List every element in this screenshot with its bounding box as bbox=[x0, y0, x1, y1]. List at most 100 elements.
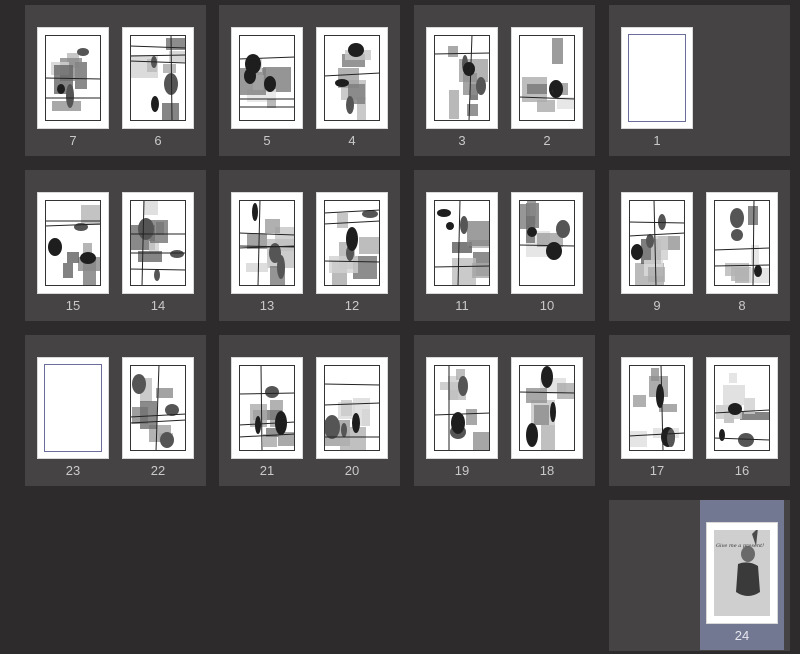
page-number-label: 4 bbox=[348, 133, 356, 148]
page-thumbnail[interactable]: 7 bbox=[31, 5, 115, 155]
page-thumbnail[interactable]: 12 bbox=[310, 170, 394, 320]
page-thumbnail[interactable]: 16 bbox=[700, 335, 784, 485]
page-spread[interactable]: 19 18 bbox=[414, 335, 595, 486]
page-frame-guide bbox=[628, 34, 686, 122]
manga-page-art bbox=[713, 365, 771, 451]
page-paper bbox=[511, 357, 583, 459]
page-thumbnail[interactable]: 9 bbox=[615, 170, 699, 320]
manga-page-art bbox=[323, 35, 381, 121]
page-spread[interactable]: 32 bbox=[414, 5, 595, 156]
manga-page-art bbox=[628, 199, 686, 287]
manga-page-art bbox=[518, 365, 576, 452]
page-paper bbox=[316, 192, 388, 294]
page-spread[interactable]: 11 10 bbox=[414, 170, 595, 321]
page-number-label: 16 bbox=[734, 463, 750, 478]
page-spread[interactable]: 76 bbox=[25, 5, 206, 156]
page-number-label: 2 bbox=[543, 133, 551, 148]
page-thumbnail[interactable]: 4 bbox=[310, 5, 394, 155]
page-number-label: 13 bbox=[259, 298, 275, 313]
page-spread[interactable]: 54 bbox=[219, 5, 400, 156]
page-number-label: 9 bbox=[653, 298, 661, 313]
page-number-label: 14 bbox=[150, 298, 166, 313]
page-paper bbox=[122, 357, 194, 459]
page-paper bbox=[621, 357, 693, 459]
manga-page-art bbox=[129, 34, 198, 126]
page-thumbnail[interactable]: 11 bbox=[420, 170, 504, 320]
page-thumbnail[interactable]: 23 bbox=[31, 335, 115, 485]
page-thumbnail[interactable]: 10 bbox=[505, 170, 589, 320]
page-thumbnail[interactable]: 1 bbox=[615, 5, 699, 155]
manga-page-art bbox=[433, 199, 494, 287]
page-thumbnail[interactable]: 3 bbox=[420, 5, 504, 155]
page-paper bbox=[231, 357, 303, 459]
manga-page-art bbox=[323, 200, 385, 286]
page-paper bbox=[706, 192, 778, 294]
manga-page-art bbox=[238, 364, 298, 452]
page-thumbnail[interactable]: 21 bbox=[225, 335, 309, 485]
page-paper bbox=[37, 27, 109, 129]
page-number-label: 21 bbox=[259, 463, 275, 478]
page-thumbnail[interactable]: 6 bbox=[116, 5, 200, 155]
page-paper bbox=[706, 357, 778, 459]
manga-page-art bbox=[433, 34, 491, 122]
page-paper: Give me a present! bbox=[706, 522, 778, 624]
page-spread[interactable]: Give me a present! 24 bbox=[609, 500, 790, 651]
page-thumbnail[interactable]: 17 bbox=[615, 335, 699, 485]
page-thumbnail[interactable]: 20 bbox=[310, 335, 394, 485]
page-number-label: 1 bbox=[653, 133, 661, 148]
page-paper bbox=[316, 27, 388, 129]
page-thumbnail[interactable]: 19 bbox=[420, 335, 504, 485]
page-paper bbox=[511, 192, 583, 294]
page-spread[interactable]: 13 12 bbox=[219, 170, 400, 321]
page-number-label: 24 bbox=[734, 628, 750, 643]
page-number-label: 11 bbox=[455, 298, 469, 313]
page-spread[interactable]: 21 20 bbox=[219, 335, 400, 486]
page-thumbnail[interactable]: 5 bbox=[225, 5, 309, 155]
page-spread[interactable]: 15 14 bbox=[25, 170, 206, 321]
manga-page-art bbox=[44, 35, 102, 121]
page-paper bbox=[426, 192, 498, 294]
page-thumbnail-selected[interactable]: Give me a present! 24 bbox=[700, 500, 784, 650]
manga-page-art bbox=[518, 35, 581, 121]
manga-page-art bbox=[238, 35, 296, 121]
manga-page-art bbox=[628, 364, 686, 452]
page-number-label: 19 bbox=[454, 463, 470, 478]
page-paper bbox=[316, 357, 388, 459]
page-paper bbox=[122, 27, 198, 129]
page-paper bbox=[426, 27, 498, 129]
page-number-label: 8 bbox=[738, 298, 746, 313]
page-number-label: 20 bbox=[344, 463, 360, 478]
page-paper bbox=[511, 27, 583, 129]
page-paper bbox=[37, 357, 109, 459]
manga-page-art bbox=[129, 364, 187, 452]
page-paper bbox=[231, 192, 303, 294]
manga-page-art bbox=[323, 365, 381, 453]
page-thumbnail[interactable]: 2 bbox=[505, 5, 589, 155]
page-frame-guide bbox=[44, 364, 102, 452]
page-thumbnail[interactable]: 8 bbox=[700, 170, 784, 320]
page-paper bbox=[621, 192, 693, 294]
page-thumbnail[interactable]: 13 bbox=[225, 170, 309, 320]
page-spread[interactable]: 1 bbox=[609, 5, 790, 156]
page-paper bbox=[122, 192, 194, 294]
page-paper bbox=[426, 357, 498, 459]
manga-page-art bbox=[238, 199, 296, 287]
page-thumbnail[interactable]: 15 bbox=[31, 170, 115, 320]
page-paper bbox=[37, 192, 109, 294]
page-number-label: 17 bbox=[649, 463, 665, 478]
page-number-label: 7 bbox=[69, 133, 77, 148]
page-number-label: 6 bbox=[154, 133, 162, 148]
page-spread[interactable]: 98 bbox=[609, 170, 790, 321]
page-thumbnail[interactable]: 14 bbox=[116, 170, 200, 320]
page-spread[interactable]: 17 16 bbox=[609, 335, 790, 486]
page-number-label: 22 bbox=[150, 463, 166, 478]
manga-page-art bbox=[518, 200, 576, 286]
page-number-label: 12 bbox=[344, 298, 360, 313]
page-paper bbox=[231, 27, 303, 129]
page-thumbnail[interactable]: 22 bbox=[116, 335, 200, 485]
page-number-label: 3 bbox=[458, 133, 466, 148]
page-thumbnail[interactable]: 18 bbox=[505, 335, 589, 485]
page-spread[interactable]: 23 22 bbox=[25, 335, 206, 486]
manga-page-art bbox=[44, 200, 106, 288]
manga-page-art bbox=[129, 199, 187, 287]
